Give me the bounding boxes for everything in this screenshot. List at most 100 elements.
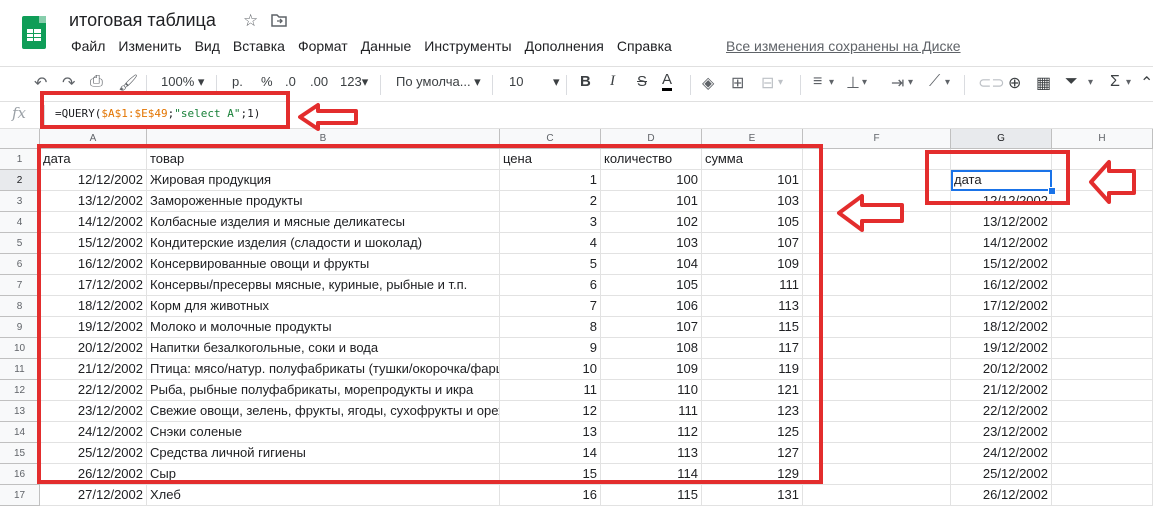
document-title[interactable]: итоговая таблица [69,10,216,31]
menu-help[interactable]: Справка [617,38,672,54]
row-header-8[interactable]: 8 [0,296,40,317]
cell-h11[interactable] [1052,359,1153,380]
cell-h15[interactable] [1052,443,1153,464]
row-header-17[interactable]: 17 [0,485,40,506]
borders-icon[interactable]: ⊞ [731,73,744,93]
row-header-12[interactable]: 12 [0,380,40,401]
row-header-15[interactable]: 15 [0,443,40,464]
column-header-f[interactable]: F [803,129,951,149]
more-formats-button[interactable]: 123▾ [340,74,368,90]
text-rotation-icon[interactable]: ⟋ [929,73,940,91]
menu-data[interactable]: Данные [361,38,412,54]
cell-g12[interactable]: 21/12/2002 [951,380,1052,401]
text-color-button[interactable]: A [662,71,673,91]
cell-g17[interactable]: 26/12/2002 [951,485,1052,506]
insert-link-icon[interactable]: ⊂⊃ [978,73,1005,93]
cell-f13[interactable] [803,401,951,422]
menu-format[interactable]: Формат [298,38,348,54]
cell-g10[interactable]: 19/12/2002 [951,338,1052,359]
cell-g14[interactable]: 23/12/2002 [951,422,1052,443]
redo-icon[interactable]: ↷ [62,73,75,93]
decrease-decimals-button[interactable]: .0 [285,74,296,89]
cell-g8[interactable]: 17/12/2002 [951,296,1052,317]
filter-icon[interactable]: ⏷ [1065,73,1078,91]
row-header-6[interactable]: 6 [0,254,40,275]
cell-f14[interactable] [803,422,951,443]
cell-h9[interactable] [1052,317,1153,338]
cell-h7[interactable] [1052,275,1153,296]
cell-g15[interactable]: 24/12/2002 [951,443,1052,464]
column-header-g[interactable]: G [951,129,1052,149]
undo-icon[interactable]: ↶ [34,73,47,93]
cell-a17[interactable]: 27/12/2002 [40,485,147,506]
collapse-toolbar-icon[interactable]: ⌃ [1140,73,1153,93]
menu-view[interactable]: Вид [195,38,220,54]
horizontal-align-icon[interactable]: ≡ [813,73,822,91]
row-header-11[interactable]: 11 [0,359,40,380]
row-header-2[interactable]: 2 [0,170,40,191]
cell-h16[interactable] [1052,464,1153,485]
cell-f8[interactable] [803,296,951,317]
save-status-link[interactable]: Все изменения сохранены на Диске [726,38,961,54]
row-header-5[interactable]: 5 [0,233,40,254]
select-all-corner[interactable] [0,129,40,149]
cell-g13[interactable]: 22/12/2002 [951,401,1052,422]
row-header-1[interactable]: 1 [0,149,40,170]
menu-file[interactable]: Файл [71,38,105,54]
row-header-16[interactable]: 16 [0,464,40,485]
percent-format-button[interactable]: % [261,74,273,89]
menu-edit[interactable]: Изменить [118,38,181,54]
functions-icon[interactable]: Σ [1110,73,1120,91]
cell-h10[interactable] [1052,338,1153,359]
column-header-h[interactable]: H [1052,129,1153,149]
cell-f5[interactable] [803,233,951,254]
strikethrough-button[interactable]: S [637,73,647,90]
row-header-3[interactable]: 3 [0,191,40,212]
cell-f12[interactable] [803,380,951,401]
cell-h4[interactable] [1052,212,1153,233]
cell-h13[interactable] [1052,401,1153,422]
cell-g7[interactable]: 16/12/2002 [951,275,1052,296]
insert-chart-icon[interactable]: ▦ [1036,73,1051,93]
insert-comment-icon[interactable]: ⊕ [1008,73,1021,93]
row-header-9[interactable]: 9 [0,317,40,338]
cell-f9[interactable] [803,317,951,338]
cell-c17[interactable]: 16 [500,485,601,506]
cell-f17[interactable] [803,485,951,506]
fill-color-icon[interactable]: ◈ [702,73,714,93]
menu-tools[interactable]: Инструменты [424,38,511,54]
cell-g5[interactable]: 14/12/2002 [951,233,1052,254]
cell-e17[interactable]: 131 [702,485,803,506]
zoom-select[interactable]: 100% ▾ [161,74,204,90]
row-header-14[interactable]: 14 [0,422,40,443]
row-header-7[interactable]: 7 [0,275,40,296]
cell-g9[interactable]: 18/12/2002 [951,317,1052,338]
row-header-4[interactable]: 4 [0,212,40,233]
cell-f11[interactable] [803,359,951,380]
cell-h8[interactable] [1052,296,1153,317]
cell-h12[interactable] [1052,380,1153,401]
print-icon[interactable]: ⎙ [90,73,103,91]
cell-f10[interactable] [803,338,951,359]
merge-cells-icon[interactable]: ⊟ [761,73,774,93]
cell-h14[interactable] [1052,422,1153,443]
cell-g6[interactable]: 15/12/2002 [951,254,1052,275]
font-size-select[interactable]: 10 [509,74,523,89]
cell-h17[interactable] [1052,485,1153,506]
row-header-10[interactable]: 10 [0,338,40,359]
cell-g4[interactable]: 13/12/2002 [951,212,1052,233]
menu-addons[interactable]: Дополнения [525,38,604,54]
cell-f15[interactable] [803,443,951,464]
cell-b17[interactable]: Хлеб [147,485,500,506]
cell-f6[interactable] [803,254,951,275]
cell-h6[interactable] [1052,254,1153,275]
cell-d17[interactable]: 115 [601,485,702,506]
italic-button[interactable]: I [610,73,615,90]
cell-h5[interactable] [1052,233,1153,254]
cell-g16[interactable]: 25/12/2002 [951,464,1052,485]
menu-insert[interactable]: Вставка [233,38,285,54]
cell-g11[interactable]: 20/12/2002 [951,359,1052,380]
cell-f16[interactable] [803,464,951,485]
currency-format-button[interactable]: р. [232,74,243,89]
text-wrap-icon[interactable]: ⇥ [891,73,904,93]
